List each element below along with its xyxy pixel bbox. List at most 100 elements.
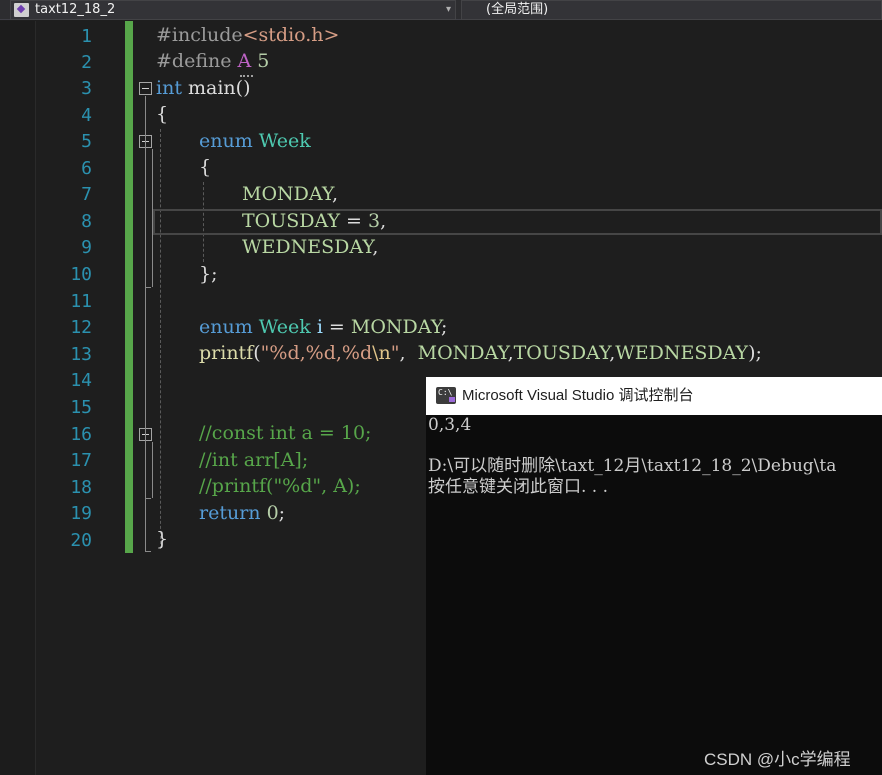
- code-line-2[interactable]: #define A 5: [156, 48, 269, 74]
- token: {: [156, 103, 169, 125]
- project-file-icon: [14, 3, 29, 17]
- indent-guide: [160, 129, 161, 549]
- console-output-line: 按任意键关闭此窗口. . .: [428, 477, 609, 497]
- chevron-down-icon[interactable]: ▾: [446, 1, 451, 19]
- token: int: [156, 77, 182, 99]
- console-title-bar[interactable]: Microsoft Visual Studio 调试控制台: [426, 377, 882, 415]
- token: ,: [372, 236, 379, 258]
- console-output-line: 0,3,4: [428, 415, 472, 435]
- scope-dropdown[interactable]: (全局范围): [461, 0, 882, 20]
- outline-line: [152, 442, 153, 498]
- code-line-9[interactable]: WEDNESDAY,: [242, 234, 378, 260]
- token: TOUSDAY: [513, 342, 610, 364]
- line-number: 17: [70, 450, 92, 471]
- token: #include: [156, 24, 243, 46]
- token: //int arr[A];: [199, 449, 309, 471]
- token: #define: [156, 50, 238, 72]
- line-number: 20: [70, 530, 92, 551]
- token: 0: [266, 502, 279, 524]
- console-output-line: D:\可以随时删除\taxt_12月\taxt12_18_2\Debug\ta: [428, 456, 837, 476]
- token: ,: [399, 342, 418, 364]
- collapse-icon[interactable]: [139, 82, 152, 95]
- line-number: 14: [70, 370, 92, 391]
- token: (: [253, 342, 261, 364]
- token: "%d,%d,%d: [260, 342, 373, 364]
- token: \n: [372, 342, 391, 364]
- token: TOUSDAY: [242, 210, 341, 232]
- code-line-18[interactable]: //printf("%d", A);: [199, 473, 361, 499]
- code-line-3[interactable]: int main(): [156, 75, 250, 101]
- token: =: [322, 316, 351, 338]
- debug-console-window[interactable]: Microsoft Visual Studio 调试控制台 0,3,4 D:\可…: [426, 377, 882, 775]
- code-line-1[interactable]: #include<stdio.h>: [156, 22, 339, 48]
- line-number: 4: [81, 105, 92, 126]
- line-number: 2: [81, 52, 92, 73]
- token: MONDAY: [350, 316, 441, 338]
- token: );: [748, 342, 762, 364]
- token: MONDAY: [417, 342, 508, 364]
- token: =: [340, 210, 369, 232]
- project-dropdown[interactable]: taxt12_18_2 ▾: [10, 0, 456, 20]
- line-number: 10: [70, 264, 92, 285]
- code-line-4[interactable]: {: [156, 101, 168, 127]
- token: main(): [181, 77, 251, 99]
- token: enum: [199, 130, 253, 152]
- navigation-bar: taxt12_18_2 ▾ (全局范围): [0, 0, 882, 20]
- code-line-6[interactable]: {: [199, 154, 211, 180]
- project-dropdown-label: taxt12_18_2: [35, 2, 116, 17]
- token: enum: [199, 316, 253, 338]
- token: <stdio.h>: [242, 24, 340, 46]
- line-number: 7: [81, 184, 92, 205]
- watermark: CSDN @小c学编程: [704, 750, 851, 769]
- line-number: 11: [70, 291, 92, 312]
- token: //const int a = 10;: [199, 422, 372, 444]
- code-line-20[interactable]: }: [156, 526, 168, 552]
- token: {: [199, 156, 212, 178]
- line-number: 12: [70, 317, 92, 338]
- token: };: [199, 263, 218, 285]
- code-line-17[interactable]: //int arr[A];: [199, 447, 308, 473]
- line-number: 3: [81, 78, 92, 99]
- code-line-7[interactable]: MONDAY,: [242, 181, 338, 207]
- console-app-icon: [436, 387, 456, 404]
- token: //printf("%d", A);: [199, 475, 361, 497]
- token: MONDAY: [242, 183, 332, 205]
- change-tracking-bar: [125, 21, 133, 553]
- outline-end: [145, 498, 151, 499]
- token: ": [390, 342, 400, 364]
- token: }: [156, 528, 169, 550]
- code-line-19[interactable]: return 0;: [199, 500, 285, 526]
- token: WEDNESDAY: [615, 342, 749, 364]
- line-number: 8: [81, 211, 92, 232]
- code-line-10[interactable]: };: [199, 261, 218, 287]
- outline-end: [145, 551, 151, 552]
- code-line-16[interactable]: //const int a = 10;: [199, 420, 371, 446]
- code-line-12[interactable]: enum Week i = MONDAY;: [199, 314, 447, 340]
- token: ;: [440, 316, 448, 338]
- token: Week: [258, 316, 311, 338]
- outline-line: [145, 96, 146, 551]
- line-number: 13: [70, 344, 92, 365]
- line-number: 9: [81, 237, 92, 258]
- token: 3: [368, 210, 381, 232]
- scope-dropdown-label: (全局范围): [486, 2, 549, 17]
- line-number: 16: [70, 424, 92, 445]
- code-line-8[interactable]: TOUSDAY = 3,: [242, 208, 386, 234]
- editor-left-margin: [0, 21, 36, 775]
- line-number: 19: [70, 503, 92, 524]
- token: A: [237, 50, 252, 72]
- token: printf: [199, 342, 254, 364]
- line-number: 15: [70, 397, 92, 418]
- token: WEDNESDAY: [242, 236, 373, 258]
- token: 5: [251, 50, 270, 72]
- line-number: 1: [81, 26, 92, 47]
- line-number: 5: [81, 131, 92, 152]
- token: Week: [258, 130, 311, 152]
- outline-end: [145, 287, 151, 288]
- token: ,: [331, 183, 338, 205]
- token: ,: [380, 210, 387, 232]
- code-line-13[interactable]: printf("%d,%d,%d\n", MONDAY,TOUSDAY,WEDN…: [199, 340, 762, 366]
- code-line-5[interactable]: enum Week: [199, 128, 311, 154]
- line-number: 18: [70, 477, 92, 498]
- token: return: [199, 502, 261, 524]
